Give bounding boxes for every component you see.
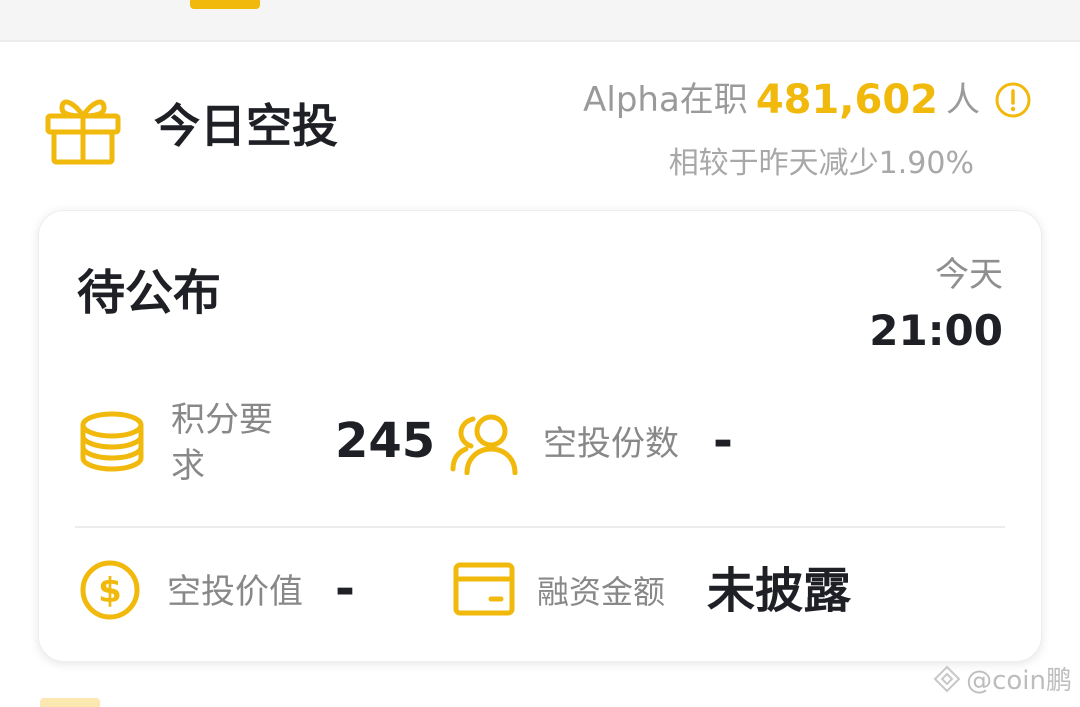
funding-label: 融资金额 — [537, 573, 666, 611]
card-divider — [75, 526, 1005, 528]
watermark: @coin鹏 — [932, 660, 1072, 697]
shares-value: - — [713, 413, 733, 469]
points-value: 245 — [335, 413, 436, 469]
shares-label: 空投份数 — [543, 424, 679, 464]
info-circle-icon[interactable] — [994, 81, 1032, 119]
watermark-text: @coin鹏 — [966, 666, 1072, 696]
alpha-count-line: Alpha在职 481,602 人 — [583, 74, 1032, 126]
airdrop-status: 待公布 — [77, 265, 222, 321]
page-title: 今日空投 — [154, 99, 338, 153]
funding-value: 未披露 — [707, 563, 852, 619]
airdrop-day: 今天 — [935, 255, 1003, 295]
value-label: 空投价值 — [167, 572, 303, 612]
active-tab-indicator — [190, 0, 260, 9]
airdrop-card[interactable]: 待公布 今天 21:00 积分要求 245 空投份数 - $ 空投价值 - 融资… — [38, 210, 1042, 662]
svg-text:$: $ — [98, 571, 122, 611]
compare-text: 相较于昨天减少1.90% — [668, 146, 974, 181]
top-tab-bar — [0, 0, 1080, 42]
alpha-label: Alpha在职 — [583, 80, 748, 120]
airdrop-time: 21:00 — [869, 306, 1003, 355]
value-value: - — [335, 561, 355, 617]
users-icon — [450, 414, 518, 475]
watermark-logo-icon — [933, 665, 961, 692]
wallet-icon — [453, 562, 515, 616]
points-label: 积分要求 — [171, 400, 273, 486]
gift-icon — [45, 99, 121, 165]
next-section-peek — [40, 698, 100, 707]
dollar-coin-icon: $ — [80, 560, 140, 620]
alpha-unit: 人 — [946, 80, 980, 120]
coin-stack-icon — [80, 411, 144, 472]
alpha-count: 481,602 — [755, 77, 938, 123]
